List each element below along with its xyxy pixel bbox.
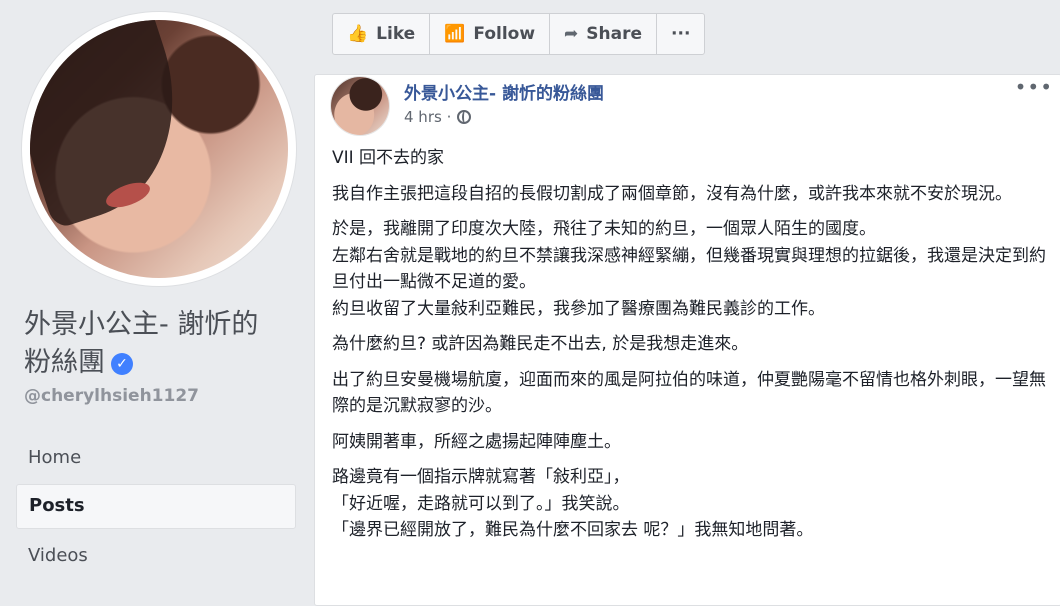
- post-timestamp: 4 hrs ·: [404, 108, 472, 126]
- profile-picture[interactable]: [22, 12, 296, 286]
- post-line: 約旦收留了大量敍利亞難民，我參加了醫療團為難民義診的工作。: [332, 298, 825, 319]
- page-title[interactable]: 外景小公主- 謝忻的 粉絲團 ✓: [24, 306, 294, 382]
- post-line: 「好近喔，走路就可以到了。」我笑說。: [332, 493, 630, 514]
- post-line: 左鄰右舍就是戰地的約旦不禁讓我深感神經緊繃，但幾番現實與理想的拉鋸後，我還是決定…: [332, 245, 1046, 293]
- globe-icon[interactable]: [457, 110, 472, 124]
- post-paragraph: 於是，我離開了印度次大陸，飛往了未知的約旦，一個眾人陌生的國度。 左鄰右舍就是戰…: [332, 216, 1052, 322]
- thumbs-up-icon: 👍: [347, 24, 369, 44]
- share-arrow-icon: ➦: [564, 24, 579, 44]
- like-button[interactable]: 👍 Like: [333, 14, 431, 54]
- post-paragraph: VII 回不去的家: [332, 148, 445, 168]
- post-paragraph: 我自作主張把這段自招的長假切割成了兩個章節，沒有為什麼，或許我本來就不安於現況。: [332, 183, 1012, 204]
- page-title-line1: 外景小公主- 謝忻的: [24, 309, 259, 340]
- post-line: 於是，我離開了印度次大陸，飛往了未知的約旦，一個眾人陌生的國度。: [332, 219, 876, 239]
- verified-check-icon: ✓: [111, 353, 133, 375]
- like-label: Like: [376, 24, 416, 44]
- share-label: Share: [586, 24, 643, 44]
- page-sidebar: 外景小公主- 謝忻的 粉絲團 ✓ @cherylhsieh1127 Home Po…: [0, 0, 310, 596]
- page-handle[interactable]: @cherylhsieh1127: [24, 386, 199, 406]
- follow-label: Follow: [473, 24, 536, 44]
- follow-button[interactable]: 📶 Follow: [430, 14, 551, 54]
- post-time[interactable]: 4 hrs: [404, 108, 442, 126]
- post-content: VII 回不去的家 我自作主張把這段自招的長假切割成了兩個章節，沒有為什麼，或許…: [332, 145, 1052, 553]
- post-card: 外景小公主- 謝忻的粉絲團 4 hrs · ••• VII 回不去的家 我自作主…: [314, 74, 1060, 606]
- share-button[interactable]: ➦ Share: [550, 14, 658, 54]
- page-title-line2: 粉絲團: [24, 347, 105, 378]
- post-paragraph: 出了約旦安曼機場航廈，迎面而來的風是阿拉伯的味道，仲夏艷陽毫不留情也格外刺眼，一…: [332, 369, 1046, 417]
- nav-item-home[interactable]: Home: [16, 436, 296, 479]
- page-nav: Home Posts Videos: [16, 436, 296, 582]
- nav-item-posts[interactable]: Posts: [16, 484, 296, 529]
- post-paragraph: 路邊竟有一個指示牌就寫著「敍利亞」， 「好近喔，走路就可以到了。」我笑說。 「邊…: [332, 464, 1052, 544]
- post-paragraph: 為什麼約旦? 或許因為難民走不出去, 於是我想走進來。: [332, 334, 749, 354]
- post-line: 路邊竟有一個指示牌就寫著「敍利亞」，: [332, 467, 630, 487]
- nav-item-videos[interactable]: Videos: [16, 534, 296, 577]
- more-actions-button[interactable]: ···: [657, 14, 704, 54]
- post-options-button[interactable]: •••: [1015, 75, 1053, 99]
- more-dots-icon: ···: [671, 24, 691, 44]
- post-paragraph: 阿姨開著車，所經之處揚起陣陣塵土。: [332, 431, 621, 452]
- page-action-bar: 👍 Like 📶 Follow ➦ Share ···: [332, 13, 706, 55]
- rss-feed-icon: 📶: [444, 24, 466, 44]
- post-author-name[interactable]: 外景小公主- 謝忻的粉絲團: [404, 79, 604, 104]
- post-line: 「邊界已經開放了，難民為什麼不回家去 呢？」我無知地問著。: [332, 520, 814, 540]
- profile-photo: [30, 20, 288, 278]
- post-author-avatar[interactable]: [331, 77, 389, 135]
